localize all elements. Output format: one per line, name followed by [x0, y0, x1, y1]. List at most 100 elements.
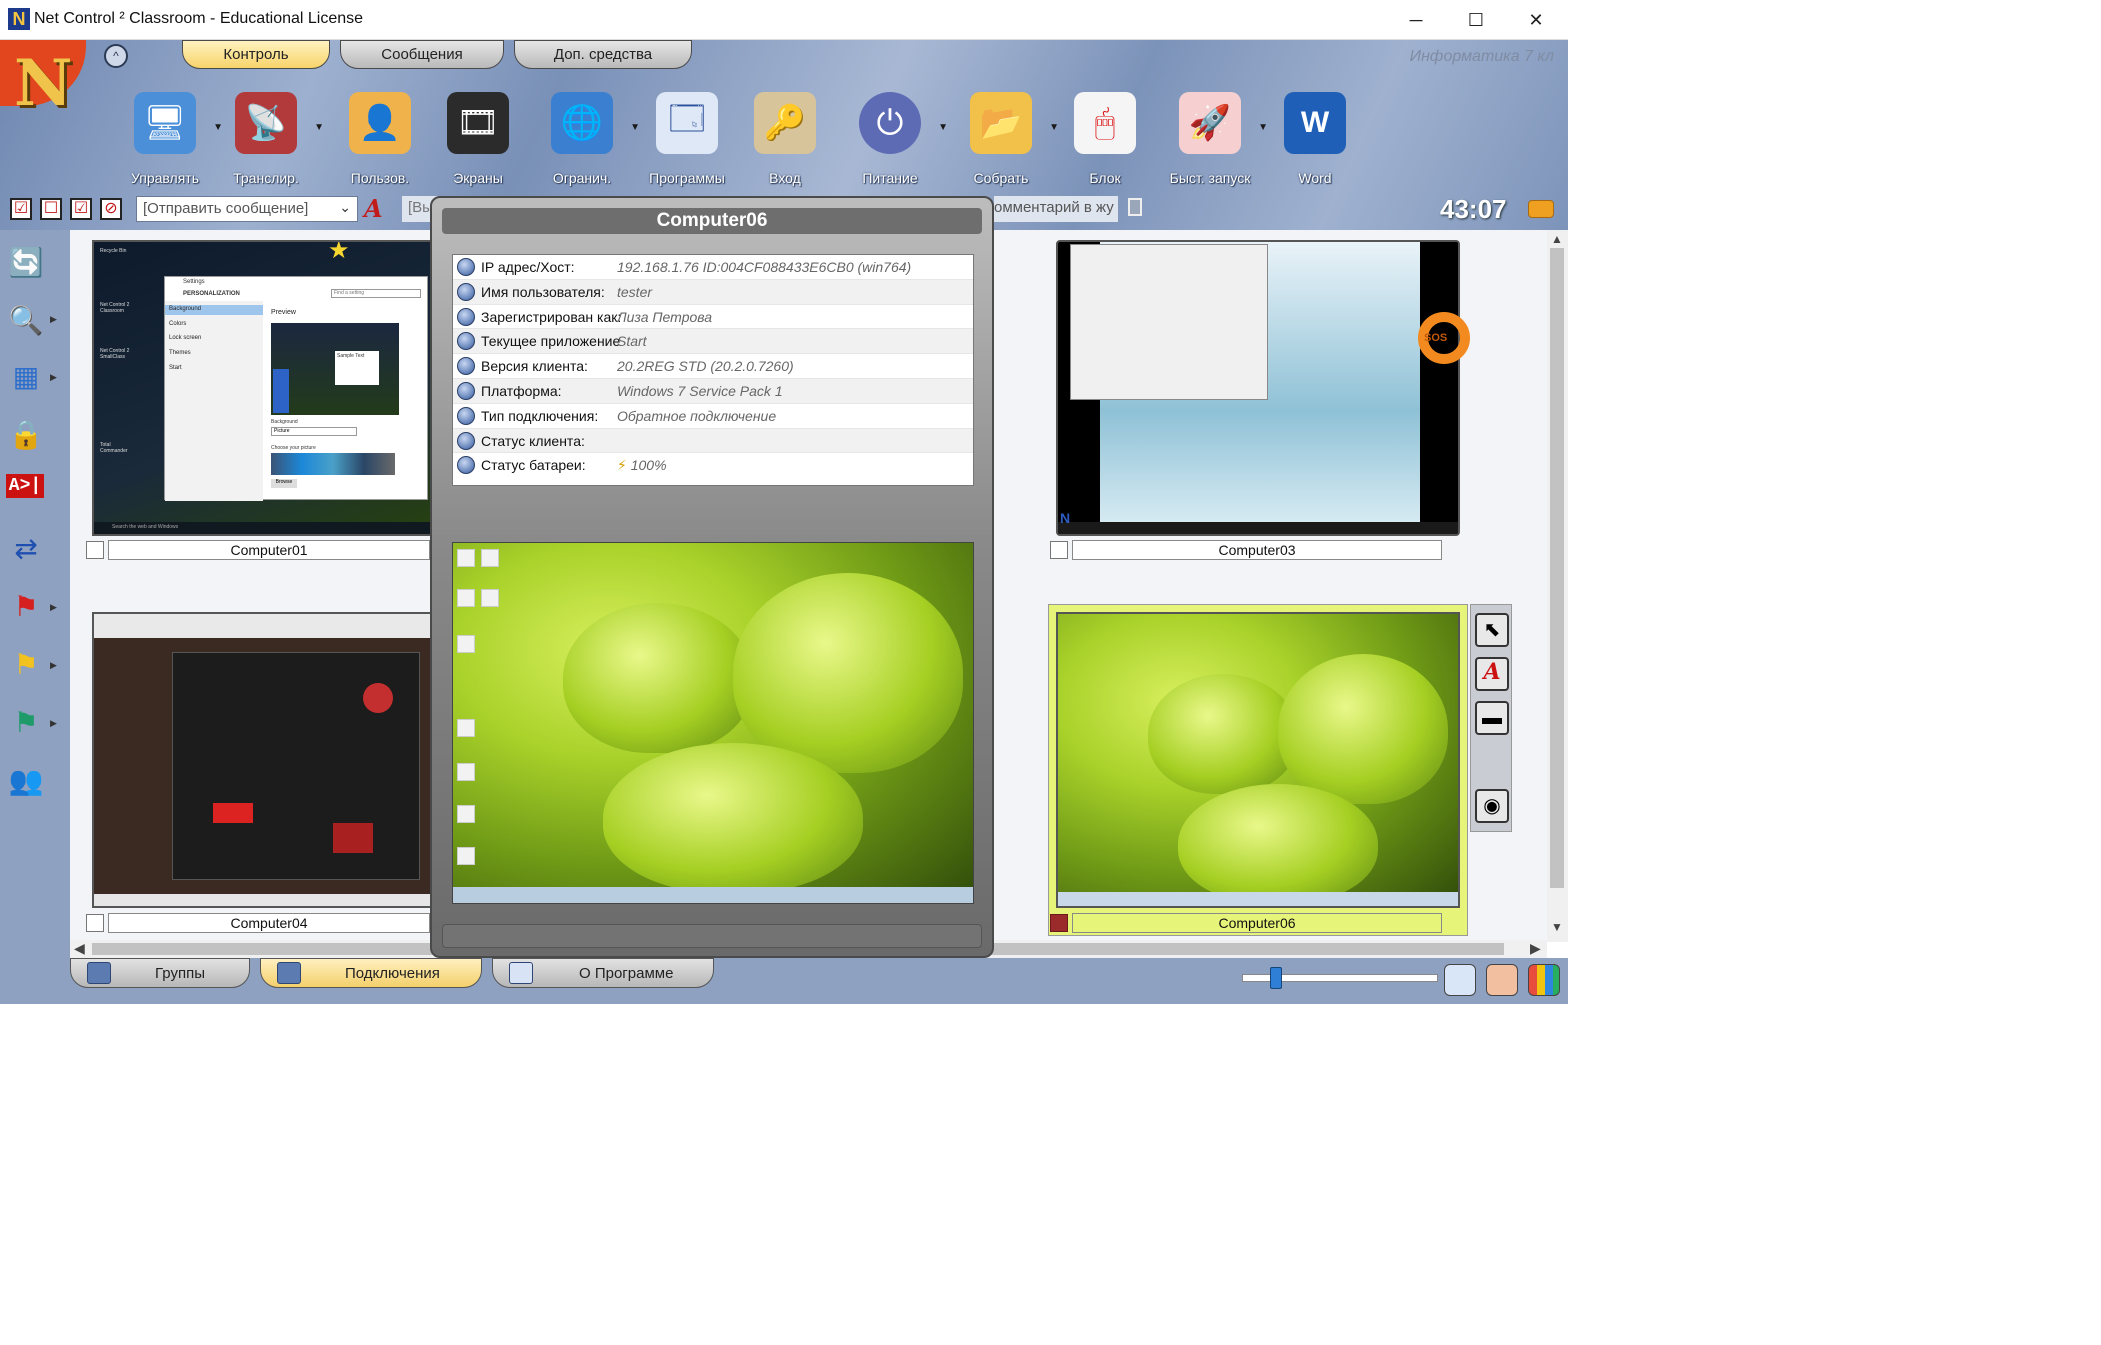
- collapse-ribbon-button[interactable]: ^: [104, 44, 128, 68]
- zoom-slider-knob[interactable]: [1270, 967, 1282, 989]
- manage-button[interactable]: 🖥 ▼ Управлять: [115, 92, 223, 188]
- info-value: Windows 7 Service Pack 1: [617, 383, 783, 399]
- login-button[interactable]: 🔑 Вход: [735, 92, 835, 188]
- vertical-scroll-thumb[interactable]: [1550, 248, 1564, 888]
- tab-control[interactable]: Контроль: [182, 40, 330, 69]
- text-icon[interactable]: A: [1475, 657, 1509, 691]
- background-select: Picture: [271, 427, 357, 436]
- computer03-name[interactable]: Computer03: [1072, 540, 1442, 560]
- tab-connections[interactable]: Подключения: [260, 958, 482, 988]
- student-icon[interactable]: [1486, 964, 1518, 996]
- green-flag-arrow-icon[interactable]: ▶: [50, 718, 57, 729]
- layout-arrow-icon[interactable]: ▶: [50, 372, 57, 383]
- tab-groups[interactable]: Группы: [70, 958, 250, 988]
- scroll-right-icon[interactable]: ▶: [1530, 940, 1541, 957]
- yellow-flag-arrow-icon[interactable]: ▶: [50, 660, 57, 671]
- yellow-flag-icon[interactable]: ⚑: [6, 644, 46, 684]
- scroll-up-icon[interactable]: ▲: [1551, 232, 1563, 246]
- tab-messages[interactable]: Сообщения: [340, 40, 504, 69]
- computer01-screen[interactable]: Recycle Bin Net Control 2 Classroom Net …: [92, 240, 432, 536]
- sos-lifebuoy-icon[interactable]: SOS: [1418, 312, 1470, 364]
- computer04-screen[interactable]: [92, 612, 432, 908]
- zoom-slider[interactable]: [1242, 967, 1438, 989]
- broadcast-button[interactable]: 📡 ▼ Транслир.: [216, 92, 324, 188]
- grid-view-icon[interactable]: [1528, 964, 1560, 996]
- lock-icon[interactable]: 🔒: [6, 414, 46, 454]
- maximize-button[interactable]: ☐: [1456, 6, 1496, 34]
- send-message-input[interactable]: [Отправить сообщение] ⌄: [136, 196, 358, 222]
- close-button[interactable]: ✕: [1516, 6, 1556, 34]
- computer06-live-screen[interactable]: [452, 542, 974, 904]
- select-none-icon[interactable]: ☐: [40, 198, 62, 220]
- computer04-name[interactable]: Computer04: [108, 913, 430, 933]
- pointer-icon[interactable]: ⬉: [1475, 613, 1509, 647]
- restrict-button[interactable]: 🌐 ▼ Огранич.: [532, 92, 640, 188]
- computer03-screen[interactable]: N: [1056, 240, 1460, 536]
- command-prompt-icon[interactable]: A>|: [6, 474, 44, 498]
- camera-icon[interactable]: ◉: [1475, 789, 1509, 823]
- star-icon: ★: [328, 240, 350, 264]
- vertical-scrollbar[interactable]: ▲ ▼: [1547, 230, 1568, 942]
- green-flag-icon[interactable]: ⚑: [6, 702, 46, 742]
- settings-nav-item: Start: [169, 365, 182, 371]
- comment-input[interactable]: омментарий в жу: [994, 196, 1118, 222]
- zoom-screen-icon[interactable]: 🔍: [6, 300, 46, 340]
- info-key: Статус батареи:: [481, 457, 586, 474]
- key-icon: 🔑: [754, 92, 816, 154]
- user-icon: 👤: [349, 92, 411, 154]
- deselect-icon[interactable]: ⊘: [100, 198, 122, 220]
- screens-label: Экраны: [453, 170, 503, 186]
- computer03-checkbox[interactable]: [1050, 541, 1068, 559]
- minimize-button[interactable]: ─: [1396, 6, 1436, 34]
- programs-icon: 🗔: [656, 92, 718, 154]
- invert-selection-icon[interactable]: ☑: [70, 198, 92, 220]
- rectangle-icon[interactable]: ▬: [1475, 701, 1509, 735]
- monitor-icon: 🖥: [134, 92, 196, 154]
- computer04-checkbox[interactable]: [86, 914, 104, 932]
- power-dropdown-icon[interactable]: ▼: [938, 122, 948, 133]
- connections-tab-icon: [277, 962, 301, 984]
- word-button[interactable]: W Word: [1265, 92, 1365, 188]
- layout-icon[interactable]: ▦: [6, 356, 46, 396]
- clipboard-icon[interactable]: [1128, 198, 1142, 216]
- taskbar-search: Search the web and Windows: [112, 524, 179, 530]
- tab-tools[interactable]: Доп. средства: [514, 40, 692, 69]
- shuffle-icon[interactable]: ⇄: [6, 528, 46, 568]
- desktop-icon: [457, 763, 475, 781]
- power-button[interactable]: ⏻ ▼ Питание: [840, 92, 948, 188]
- zoom-arrow-icon[interactable]: ▶: [50, 314, 57, 325]
- computer06-screen[interactable]: [1056, 612, 1460, 908]
- quick-launch-button[interactable]: 🚀 ▼ Быст. запуск: [1160, 92, 1268, 188]
- broadcast-dropdown-icon[interactable]: ▼: [314, 122, 324, 133]
- thumbnail-view-icon[interactable]: [1444, 964, 1476, 996]
- computer06-name[interactable]: Computer06: [1072, 913, 1442, 933]
- wallet-icon[interactable]: [1528, 200, 1554, 218]
- scroll-left-icon[interactable]: ◀: [74, 940, 85, 957]
- programs-button[interactable]: 🗔 Программы: [637, 92, 737, 188]
- font-icon[interactable]: A: [364, 194, 383, 223]
- settings-section: PERSONALIZATION: [183, 291, 240, 297]
- settings-nav-item: Lock screen: [169, 335, 202, 341]
- info-value: ⚡ 100%: [617, 457, 667, 474]
- scroll-down-icon[interactable]: ▼: [1551, 920, 1563, 934]
- computer01-name[interactable]: Computer01: [108, 540, 430, 560]
- computer01-checkbox[interactable]: [86, 541, 104, 559]
- red-flag-icon[interactable]: ⚑: [6, 586, 46, 626]
- computer01-name-row: Computer01: [86, 540, 432, 560]
- users-button[interactable]: 👤 Пользов.: [330, 92, 430, 188]
- chevron-down-icon[interactable]: ⌄: [339, 199, 351, 216]
- tab-about[interactable]: О Программе: [492, 958, 714, 988]
- groups-icon[interactable]: 👥: [6, 760, 46, 800]
- computer06-checkbox[interactable]: [1050, 914, 1068, 932]
- screens-button[interactable]: 🎞 Экраны: [428, 92, 528, 188]
- info-row: Имя пользователя: tester: [453, 279, 973, 305]
- refresh-icon[interactable]: 🔄: [6, 242, 46, 282]
- computer-info-table: IP адрес/Хост: 192.168.1.76 ID:004CF08843…: [452, 254, 974, 486]
- info-row: Платформа: Windows 7 Service Pack 1: [453, 379, 973, 404]
- red-flag-arrow-icon[interactable]: ▶: [50, 602, 57, 613]
- quick-launch-label: Быст. запуск: [1169, 170, 1251, 186]
- select-all-icon[interactable]: ☑: [10, 198, 32, 220]
- collect-button[interactable]: 📂 ▼ Собрать: [951, 92, 1059, 188]
- block-mouse-icon: 🖱: [1074, 92, 1136, 154]
- block-button[interactable]: 🖱 Блок: [1055, 92, 1155, 188]
